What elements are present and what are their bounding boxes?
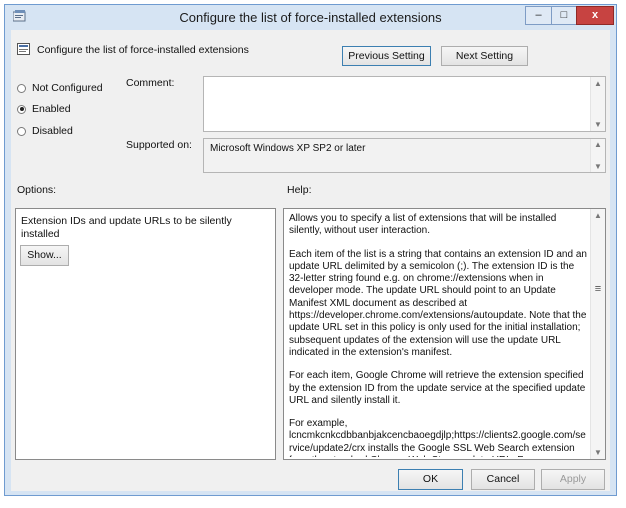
supported-on-field: Microsoft Windows XP SP2 or later ▲ ▼ (203, 138, 606, 173)
scroll-up-icon[interactable]: ▲ (591, 140, 605, 149)
radio-label: Not Configured (32, 82, 103, 94)
close-button[interactable]: x (576, 6, 614, 25)
scroll-up-icon[interactable]: ▲ (591, 211, 605, 220)
radio-circle[interactable] (17, 126, 26, 136)
help-paragraph: Allows you to specify a list of extensio… (289, 213, 557, 237)
radio-not-configured[interactable]: Not Configured (17, 81, 103, 95)
dialog-body: Configure the list of force-installed ex… (11, 30, 610, 491)
options-label: Options: (17, 184, 57, 196)
radio-circle[interactable] (17, 83, 26, 93)
radio-circle-selected[interactable] (17, 104, 26, 114)
supported-on-label: Supported on: (126, 139, 192, 151)
supported-scrollbar[interactable]: ▲ ▼ (590, 139, 605, 172)
radio-label: Disabled (32, 125, 73, 137)
show-button[interactable]: Show... (20, 245, 69, 266)
scroll-down-icon[interactable]: ▼ (591, 162, 605, 171)
comment-textarea[interactable]: ▲ ▼ (203, 76, 606, 132)
title-bar[interactable]: Configure the list of force-installed ex… (5, 5, 616, 29)
options-panel: Extension IDs and update URLs to be sile… (15, 208, 276, 460)
help-label: Help: (287, 184, 312, 196)
supported-on-value: Microsoft Windows XP SP2 or later (210, 143, 366, 154)
ok-button[interactable]: OK (398, 469, 463, 490)
comment-label: Comment: (126, 77, 175, 89)
previous-setting-button[interactable]: Previous Setting (342, 46, 431, 66)
apply-button[interactable]: Apply (541, 469, 605, 490)
comment-scrollbar[interactable]: ▲ ▼ (590, 77, 605, 131)
help-paragraph: For example, lcncmkcnkcdbbanbjakcencbaoe… (289, 418, 586, 457)
help-paragraph: Each item of the list is a string that c… (289, 248, 587, 358)
policy-setting-name: Configure the list of force-installed ex… (37, 44, 249, 56)
next-setting-button[interactable]: Next Setting (441, 46, 528, 66)
help-scrollbar[interactable]: ▲ ≡ ▼ (590, 209, 605, 459)
scroll-thumb-grip-icon[interactable]: ≡ (591, 283, 605, 295)
maximize-button[interactable]: □ (551, 6, 577, 25)
help-panel: Allows you to specify a list of extensio… (283, 208, 606, 460)
radio-label: Enabled (32, 103, 71, 115)
cancel-button[interactable]: Cancel (471, 469, 535, 490)
radio-enabled[interactable]: Enabled (17, 102, 71, 116)
scroll-down-icon[interactable]: ▼ (591, 120, 605, 129)
help-paragraph: For each item, Google Chrome will retrie… (289, 370, 586, 406)
scroll-down-icon[interactable]: ▼ (591, 448, 605, 457)
scroll-up-icon[interactable]: ▲ (591, 79, 605, 88)
radio-disabled[interactable]: Disabled (17, 124, 73, 138)
policy-setting-icon (17, 43, 30, 55)
help-text: Allows you to specify a list of extensio… (289, 213, 589, 457)
options-description: Extension IDs and update URLs to be sile… (21, 215, 232, 240)
dialog-window: Configure the list of force-installed ex… (4, 4, 617, 496)
minimize-button[interactable]: – (525, 6, 552, 25)
